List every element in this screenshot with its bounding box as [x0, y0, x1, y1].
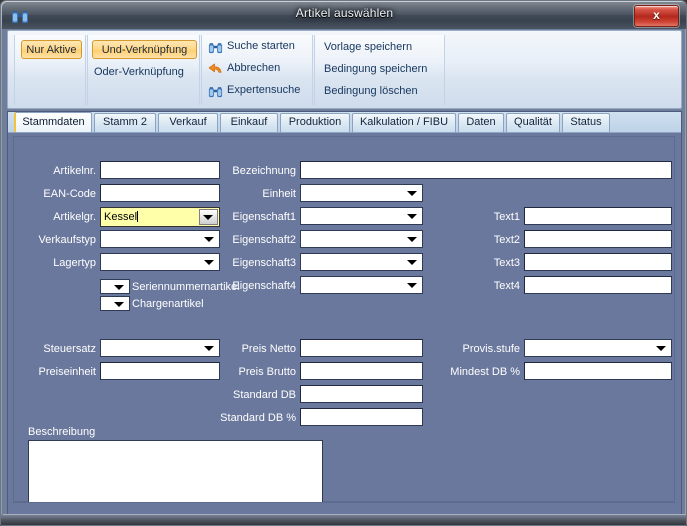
ribbon-toolbar: Nur Aktive Und-Verknüpfung Oder-Verknüpf…: [7, 30, 682, 109]
steuersatz-label: Steuersatz: [43, 343, 96, 355]
artikelgr-value: Kessel: [104, 211, 139, 223]
beschreibung-textarea[interactable]: [28, 440, 323, 510]
preiseinheit-input[interactable]: [100, 362, 220, 380]
provis-stufe-combo[interactable]: [524, 339, 672, 357]
tab-stammdaten[interactable]: Stammdaten: [14, 112, 92, 132]
chevron-down-icon: [407, 191, 417, 196]
eigenschaft4-combo[interactable]: [300, 276, 423, 294]
binoculars-icon: [208, 87, 223, 98]
standard-db-prozent-label: Standard DB %: [220, 412, 296, 424]
eigenschaft3-combo[interactable]: [300, 253, 423, 271]
preis-brutto-label: Preis Brutto: [238, 366, 296, 378]
expertensuche-label: Expertensuche: [227, 84, 301, 96]
tab-status[interactable]: Status: [562, 113, 610, 132]
bezeichnung-input[interactable]: [300, 161, 672, 179]
tab-verkauf[interactable]: Verkauf: [158, 113, 218, 132]
dialog-client-area: Stammdaten Stamm 2 Verkauf Einkauf Produ…: [7, 111, 682, 516]
tab-produktion[interactable]: Produktion: [280, 113, 350, 132]
einheit-label: Einheit: [262, 188, 296, 200]
text2-input[interactable]: [524, 230, 672, 248]
binoculars-icon: [208, 43, 223, 54]
expertensuche-button[interactable]: Expertensuche: [207, 84, 301, 98]
eigenschaft1-combo[interactable]: [300, 207, 423, 225]
bedingung-speichern-button[interactable]: Bedingung speichern: [324, 63, 427, 75]
artikelnr-input[interactable]: [100, 161, 220, 179]
artikelnr-label: Artikelnr.: [53, 165, 96, 177]
stammdaten-form: Artikelnr. EAN-Code Artikelgr. Kessel Ve…: [8, 133, 681, 515]
ribbon-group-suche: Suche starten Abbrechen Expertensuche: [201, 35, 313, 105]
tab-daten[interactable]: Daten: [458, 113, 504, 132]
verkaufstyp-combo[interactable]: [100, 230, 220, 248]
tab-kalkulation-fibu[interactable]: Kalkulation / FIBU: [352, 113, 456, 132]
preis-netto-input[interactable]: [300, 339, 423, 357]
preiseinheit-label: Preiseinheit: [38, 366, 96, 378]
text1-label: Text1: [493, 211, 520, 223]
tab-qualitaet[interactable]: Qualität: [506, 113, 560, 132]
abbrechen-button[interactable]: Abbrechen: [207, 62, 280, 74]
eigenschaft4-label: Eigenschaft4: [232, 280, 296, 292]
chevron-down-icon: [407, 214, 417, 219]
tab-strip: Stammdaten Stamm 2 Verkauf Einkauf Produ…: [8, 112, 681, 133]
eigenschaft2-combo[interactable]: [300, 230, 423, 248]
vorlage-speichern-button[interactable]: Vorlage speichern: [324, 41, 412, 53]
chargenartikel-label: Chargenartikel: [132, 298, 204, 310]
preis-netto-label: Preis Netto: [241, 343, 296, 355]
seriennummernartikel-combo[interactable]: [100, 279, 130, 294]
beschreibung-label: Beschreibung: [28, 426, 96, 438]
eigenschaft1-label: Eigenschaft1: [232, 211, 296, 223]
lagertyp-label: Lagertyp: [53, 257, 96, 269]
nur-aktive-toggle[interactable]: Nur Aktive: [21, 40, 82, 59]
suche-starten-label: Suche starten: [227, 40, 295, 52]
artikelgr-combo[interactable]: Kessel: [100, 207, 220, 227]
steuersatz-combo[interactable]: [100, 339, 220, 357]
ribbon-group-filter: Nur Aktive: [14, 35, 86, 105]
eigenschaft2-label: Eigenschaft2: [232, 234, 296, 246]
form-bottom-strip: [13, 502, 675, 514]
lagertyp-combo[interactable]: [100, 253, 220, 271]
tab-stamm-2[interactable]: Stamm 2: [94, 113, 156, 132]
title-bar: Artikel auswählen x: [2, 2, 686, 29]
chevron-down-icon: [114, 301, 124, 307]
undo-arrow-icon: [208, 63, 222, 73]
ean-code-input[interactable]: [100, 184, 220, 202]
text3-input[interactable]: [524, 253, 672, 271]
abbrechen-label: Abbrechen: [227, 62, 281, 74]
text2-label: Text2: [493, 234, 520, 246]
standard-db-label: Standard DB: [233, 389, 296, 401]
bedingung-loeschen-button[interactable]: Bedingung löschen: [324, 85, 418, 97]
text4-label: Text4: [493, 280, 520, 292]
mindest-db-prozent-input[interactable]: [524, 362, 672, 380]
text4-input[interactable]: [524, 276, 672, 294]
ribbon-group-verknuepfung: Und-Verknüpfung Oder-Verknüpfung: [87, 35, 200, 105]
mindest-db-prozent-label: Mindest DB %: [450, 366, 520, 378]
ribbon-group-vorlagen: Vorlage speichern Bedingung speichern Be…: [314, 35, 445, 105]
text1-input[interactable]: [524, 207, 672, 225]
standard-db-input[interactable]: [300, 385, 423, 403]
einheit-combo[interactable]: [300, 184, 423, 202]
chargenartikel-combo[interactable]: [100, 296, 130, 311]
chevron-down-icon: [656, 346, 666, 351]
artikelgr-label: Artikelgr.: [53, 211, 96, 223]
oder-verknuepfung-button[interactable]: Oder-Verknüpfung: [94, 66, 184, 78]
und-verknuepfung-toggle[interactable]: Und-Verknüpfung: [92, 40, 197, 59]
preis-brutto-input[interactable]: [300, 362, 423, 380]
standard-db-prozent-input[interactable]: [300, 408, 423, 426]
suche-starten-button[interactable]: Suche starten: [207, 40, 295, 54]
window-bottom-bevel: [1, 514, 686, 525]
application-window: Artikel auswählen x Nur Aktive Und-Verkn…: [0, 0, 687, 526]
provis-stufe-label: Provis.stufe: [462, 343, 520, 355]
close-button[interactable]: x: [634, 5, 679, 27]
chevron-down-icon: [114, 284, 124, 290]
eigenschaft3-label: Eigenschaft3: [232, 257, 296, 269]
tab-einkauf[interactable]: Einkauf: [220, 113, 278, 132]
chevron-down-icon: [407, 283, 417, 288]
window-title: Artikel auswählen: [295, 6, 394, 20]
text3-label: Text3: [493, 257, 520, 269]
bezeichnung-label: Bezeichnung: [232, 165, 296, 177]
ean-code-label: EAN-Code: [43, 188, 96, 200]
chevron-down-icon: [407, 237, 417, 242]
verkaufstyp-label: Verkaufstyp: [38, 234, 96, 246]
chevron-down-icon: [407, 260, 417, 265]
